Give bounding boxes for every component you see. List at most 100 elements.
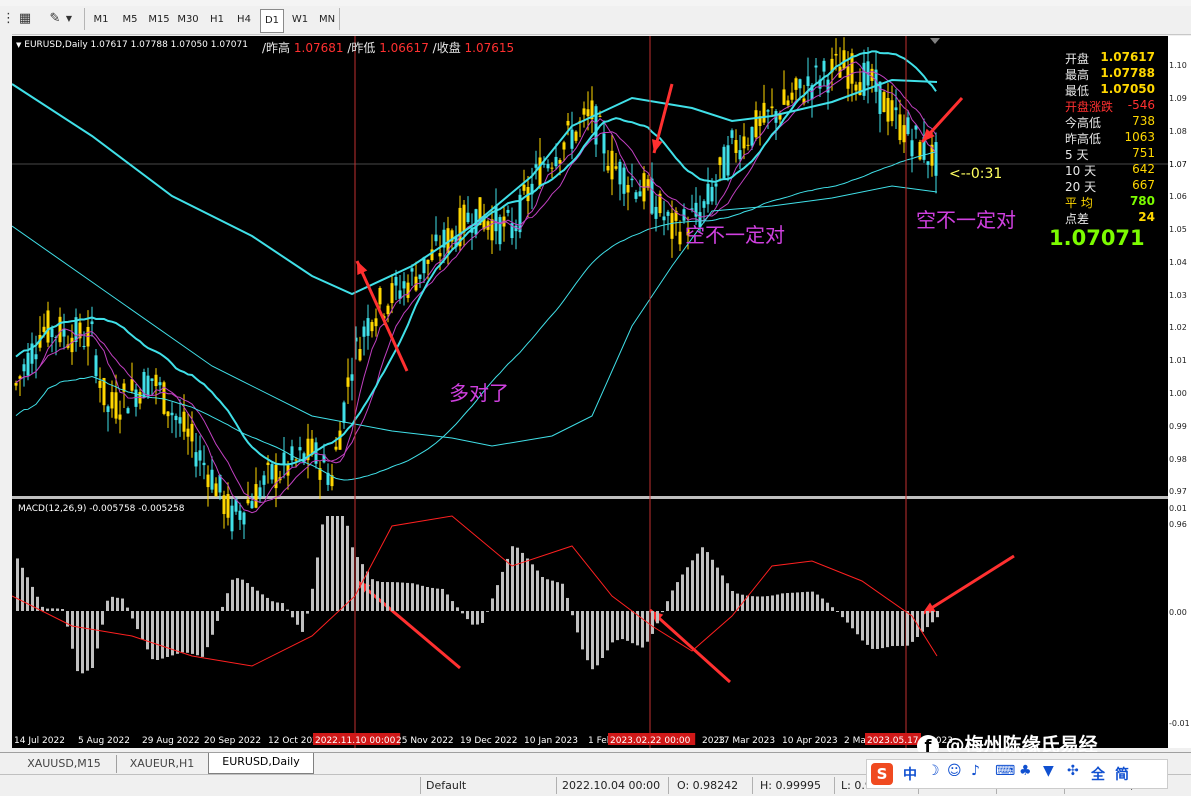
timeframe-mn[interactable]: MN <box>315 9 339 31</box>
candle-body <box>130 379 134 391</box>
candle-body <box>426 259 430 264</box>
macd-bar <box>406 582 409 611</box>
macd-bar <box>421 585 424 611</box>
info-row-label: 5 天 <box>1065 148 1089 162</box>
macd-bar <box>116 597 119 611</box>
candle-body <box>14 382 18 386</box>
macd-bar <box>341 516 344 611</box>
candle-body <box>634 192 638 199</box>
macd-bar <box>686 567 689 611</box>
prev-high-label: /昨高 <box>262 41 291 55</box>
ime-simplified[interactable]: 简 <box>1115 764 1129 784</box>
chart-window[interactable]: 14 Jul 2022 5 Aug 2022 29 Aug 2022 20 Sep 2… <box>12 36 1169 757</box>
candle-body <box>822 60 826 72</box>
emoji-icon[interactable]: ☺ <box>947 763 962 779</box>
macd-bar <box>806 591 809 611</box>
timeframe-m1[interactable]: M1 <box>88 9 114 31</box>
candle-body <box>554 156 558 167</box>
candle-body <box>586 109 590 117</box>
timeframe-w1[interactable]: W1 <box>289 9 311 31</box>
macd-bar <box>711 559 714 611</box>
macd-bar <box>786 593 789 611</box>
macd-bar <box>161 611 164 659</box>
candle-body <box>534 164 538 168</box>
macd-bar <box>366 571 369 611</box>
annotation-short-2: 空不一定对 <box>916 208 1016 232</box>
ma-mid-line <box>15 71 937 503</box>
timeframe-d1[interactable]: D1 <box>260 9 284 33</box>
macd-bar <box>271 601 274 611</box>
macd-bar <box>856 611 859 635</box>
tools-icon[interactable]: ✣ <box>1067 763 1079 779</box>
annotation-short-1: 空不一定对 <box>685 223 785 247</box>
macd-bar <box>886 611 889 648</box>
status-high: H: 0.99995 <box>760 779 821 792</box>
chevron-down-icon[interactable]: ▼ <box>64 10 74 28</box>
candle-body <box>670 213 674 239</box>
chart-tab[interactable]: XAUUSD,M15 <box>12 755 117 773</box>
mic-icon[interactable]: ♪ <box>971 763 980 779</box>
candle-body <box>550 167 554 169</box>
macd-bar <box>196 611 199 656</box>
macd-bar <box>371 579 374 611</box>
macd-bar <box>676 582 679 611</box>
macd-bar <box>921 611 924 632</box>
candle-body <box>762 102 766 123</box>
candle-body <box>886 98 890 122</box>
ime-mode-chinese[interactable]: 中 <box>903 764 917 784</box>
macd-bar <box>211 611 214 635</box>
candle-body <box>934 142 938 176</box>
chart-tab[interactable]: EURUSD,Daily <box>208 753 314 774</box>
candle-body <box>490 219 494 241</box>
candle-body <box>910 140 914 157</box>
candle-body <box>770 106 774 109</box>
ime-toolbar[interactable]: S 中 ☽ ☺ ♪ ⌨ ♣ ▼ ✣ 全 简 <box>866 759 1168 789</box>
shirt-icon[interactable]: ▼ <box>1043 763 1054 779</box>
macd-bar <box>801 592 804 611</box>
macd-bar <box>716 567 719 611</box>
skin-icon[interactable]: ♣ <box>1019 763 1032 779</box>
chart-canvas[interactable]: 14 Jul 2022 5 Aug 2022 29 Aug 2022 20 Sep 2… <box>12 36 1168 748</box>
macd-bar <box>936 611 939 618</box>
chart-tab[interactable]: XAUEUR,H1 <box>116 755 209 773</box>
macd-bar <box>356 557 359 611</box>
timeframe-h1[interactable]: H1 <box>205 9 229 31</box>
macd-bar <box>761 596 764 611</box>
price-axis-label: 1.03 <box>1169 290 1187 300</box>
x-axis-date: 25 Nov 2022 <box>396 736 454 746</box>
price-axis[interactable]: 1.10 1.09 1.08 1.07 1.06 1.05 1.04 1.03 1.02 1.01… <box>1168 36 1191 748</box>
info-row-value: 642 <box>1132 162 1155 176</box>
candle-body <box>366 318 370 336</box>
grid-icon[interactable]: ▦ <box>16 10 34 28</box>
candle-body <box>606 165 610 171</box>
macd-bar <box>231 579 234 611</box>
candle-body <box>262 475 266 485</box>
ime-fullwidth[interactable]: 全 <box>1091 764 1105 784</box>
candle-body <box>222 495 226 515</box>
prev-high-value: 1.07681 <box>293 41 344 55</box>
sogou-logo-icon[interactable]: S <box>871 763 893 785</box>
macd-bar <box>76 611 79 672</box>
keyboard-icon[interactable]: ⌨ <box>995 763 1015 779</box>
moon-icon[interactable]: ☽ <box>927 763 940 779</box>
info-row-label: 开盘涨跌 <box>1065 100 1114 114</box>
macd-bar <box>631 611 634 644</box>
candle-body <box>654 206 658 219</box>
timeframe-m5[interactable]: M5 <box>117 9 143 31</box>
macd-bar <box>586 611 589 661</box>
macd-bar <box>106 600 109 611</box>
macd-bar <box>401 582 404 611</box>
timeframe-h4[interactable]: H4 <box>232 9 256 31</box>
macd-bar <box>326 516 329 611</box>
info-row-value: 1.07788 <box>1100 66 1155 80</box>
candle-body <box>906 117 910 135</box>
macd-bar <box>431 587 434 611</box>
ma-fast-line <box>15 61 937 514</box>
candle-body <box>26 352 30 376</box>
info-row: 平 均 780 <box>1065 194 1169 210</box>
macd-bar <box>351 547 354 611</box>
candle-body <box>798 79 802 89</box>
timeframe-m30[interactable]: M30 <box>174 9 202 31</box>
timeframe-m15[interactable]: M15 <box>146 9 172 31</box>
draw-tools-icon[interactable]: ✎ <box>46 10 64 28</box>
